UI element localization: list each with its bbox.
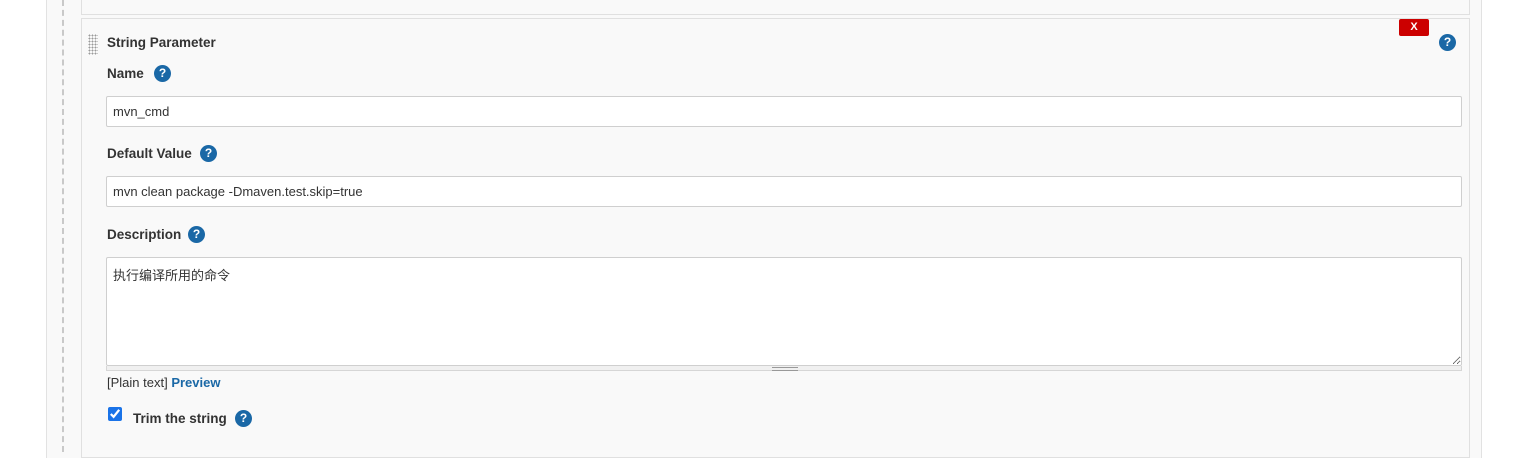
trim-string-label[interactable]: Trim the string bbox=[133, 411, 227, 426]
default-value-label: Default Value bbox=[107, 146, 192, 161]
parameter-title: String Parameter bbox=[107, 35, 216, 50]
string-parameter-block bbox=[81, 18, 1470, 458]
default-value-input[interactable] bbox=[106, 176, 1462, 207]
description-help-icon[interactable]: ? bbox=[188, 226, 205, 243]
format-label: [Plain text] bbox=[107, 375, 168, 390]
name-input[interactable] bbox=[106, 96, 1462, 127]
description-label: Description bbox=[107, 227, 182, 242]
drag-handle-icon[interactable] bbox=[88, 34, 98, 55]
help-icon[interactable]: ? bbox=[1439, 34, 1456, 51]
trim-help-icon[interactable]: ? bbox=[235, 410, 252, 427]
trim-string-checkbox[interactable] bbox=[108, 407, 122, 421]
resize-grip-icon bbox=[772, 367, 798, 371]
textarea-resize-handle[interactable] bbox=[106, 366, 1462, 371]
delete-parameter-button[interactable]: X bbox=[1399, 19, 1429, 36]
name-label: Name bbox=[107, 66, 144, 81]
default-value-help-icon[interactable]: ? bbox=[200, 145, 217, 162]
name-help-icon[interactable]: ? bbox=[154, 65, 171, 82]
previous-parameter-block bbox=[81, 0, 1470, 15]
description-textarea[interactable] bbox=[106, 257, 1462, 366]
description-format-row: [Plain text] Preview bbox=[107, 375, 220, 390]
preview-link[interactable]: Preview bbox=[171, 375, 220, 390]
repeatable-rail bbox=[62, 0, 64, 452]
